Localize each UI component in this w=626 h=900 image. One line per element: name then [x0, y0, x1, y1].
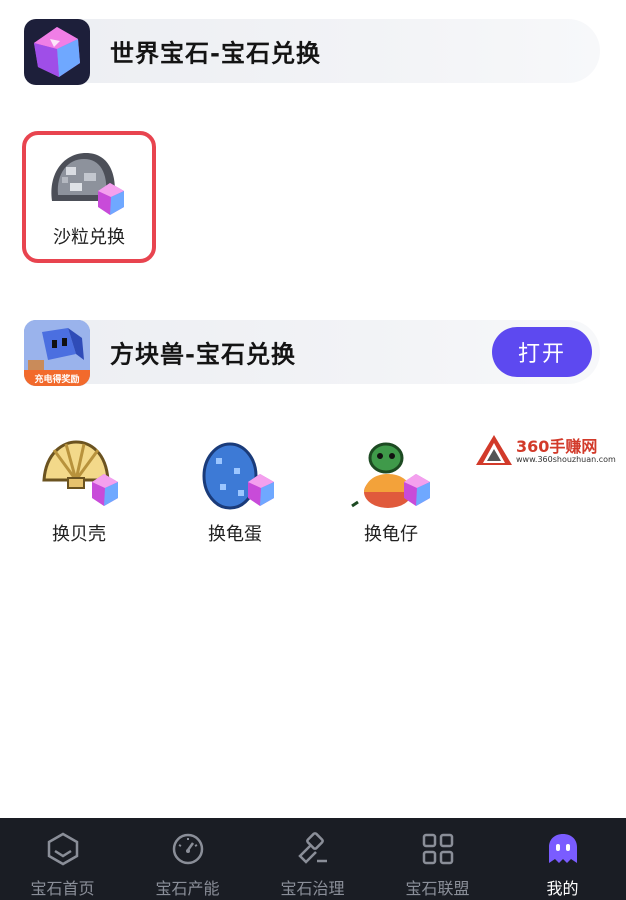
tab-label: 宝石产能	[155, 879, 220, 898]
section-header-world-gem: 世界宝石-宝石兑换	[24, 19, 600, 85]
baby-turtle-exchange-item[interactable]: 换龟仔	[336, 430, 446, 545]
watermark: 360手赚网 www.360shouzhuan.com	[474, 433, 624, 467]
open-app-button[interactable]: 打开	[492, 327, 592, 377]
world-gem-app-icon	[24, 19, 90, 85]
tab-label: 宝石首页	[30, 879, 95, 898]
shell-gem-icon	[42, 440, 118, 506]
watermark-logo-icon	[476, 435, 512, 465]
baby-turtle-gem-icon	[351, 442, 430, 508]
hammer-icon	[297, 832, 327, 864]
turtle-egg-exchange-item[interactable]: 换龟蛋	[180, 430, 290, 545]
item-label: 换龟蛋	[208, 524, 262, 545]
tab-mine[interactable]: 我的	[500, 818, 625, 900]
item-label: 换贝壳	[52, 524, 106, 545]
watermark-title: 360手赚网	[516, 437, 598, 456]
tab-gem-home[interactable]: 宝石首页	[0, 818, 125, 900]
sand-gem-icon	[51, 153, 124, 215]
app-badge-text: 充电得奖励	[34, 373, 79, 385]
ghost-avatar-icon	[548, 834, 577, 863]
tab-label: 我的	[546, 879, 579, 898]
shell-exchange-item[interactable]: 换贝壳	[24, 430, 134, 545]
section-header-block-beast: 充电得奖励 方块兽-宝石兑换 打开	[24, 320, 600, 386]
tab-gem-governance[interactable]: 宝石治理	[250, 818, 375, 900]
block-beast-app-icon: 充电得奖励	[24, 320, 90, 386]
section-title: 世界宝石-宝石兑换	[110, 39, 321, 68]
tab-label: 宝石治理	[280, 879, 345, 898]
section-title: 方块兽-宝石兑换	[110, 340, 296, 369]
hexagon-icon	[47, 832, 78, 866]
sand-exchange-item[interactable]: 沙粒兑换	[22, 131, 156, 263]
bottom-tab-bar: 宝石首页 宝石产能 宝石治理 宝石联盟 我的	[0, 818, 626, 900]
tab-gem-capacity[interactable]: 宝石产能	[125, 818, 250, 900]
grid-icon	[422, 833, 453, 865]
item-label: 换龟仔	[364, 524, 418, 545]
gauge-icon	[172, 833, 203, 865]
tab-label: 宝石联盟	[405, 879, 470, 898]
watermark-url: www.360shouzhuan.com	[516, 455, 616, 464]
tab-gem-alliance[interactable]: 宝石联盟	[375, 818, 500, 900]
turtle-egg-gem-icon	[202, 442, 274, 510]
item-label: 沙粒兑换	[53, 227, 125, 248]
